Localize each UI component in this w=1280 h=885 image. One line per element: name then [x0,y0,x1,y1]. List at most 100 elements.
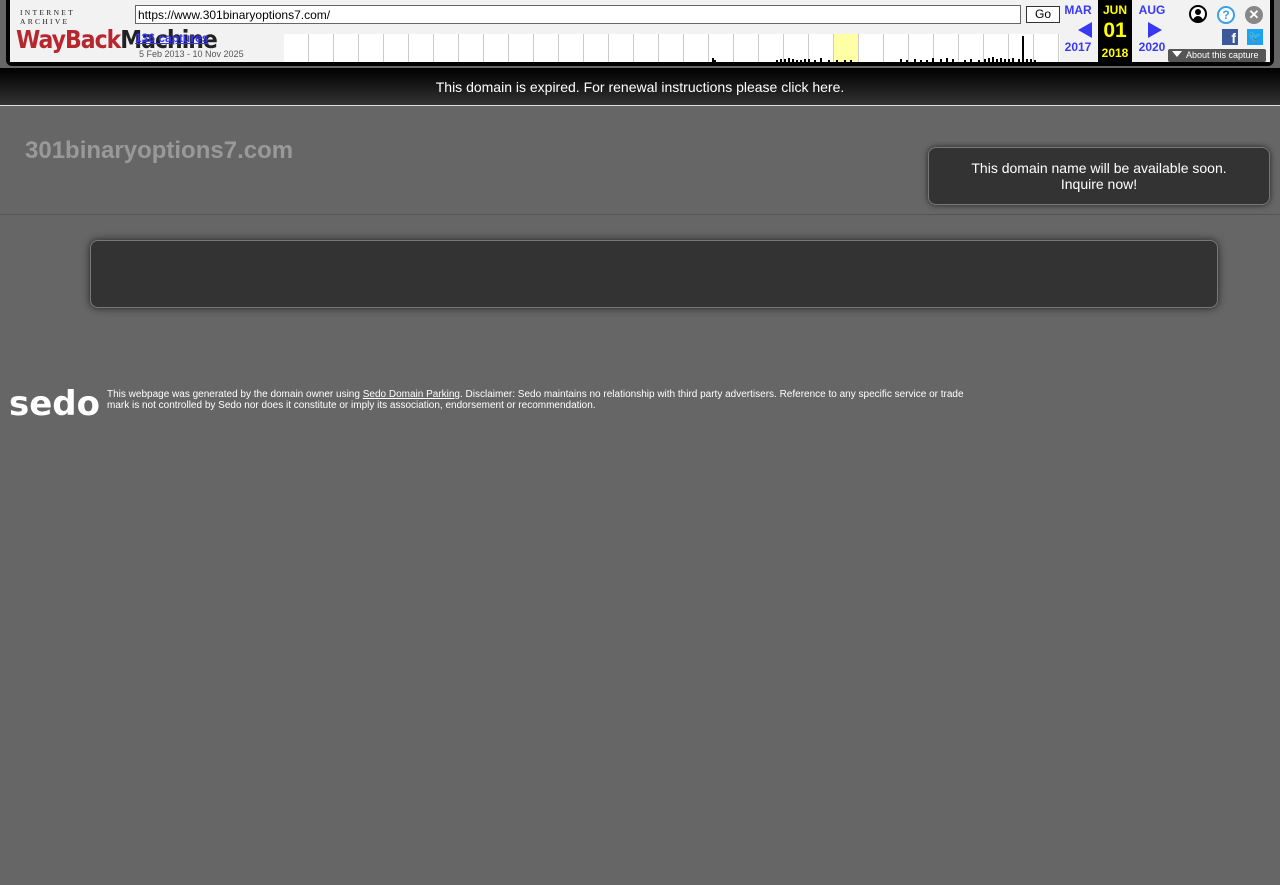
content-section [0,215,1280,358]
wayback-url-input[interactable]: https://www.301binaryoptions7.com/ [135,5,1021,24]
capture-tick [1018,59,1020,62]
next-capture-nav[interactable]: AUG 2020 [1134,0,1170,54]
capture-tick [788,58,790,62]
capture-tick [996,59,998,62]
capture-tick [804,59,806,62]
capture-tick [978,60,980,62]
capture-tick [1030,59,1032,62]
capture-tick [1008,59,1010,62]
capture-tick [808,59,810,62]
sparkline-year-column[interactable] [859,34,884,62]
inquire-line-1[interactable]: This domain name will be available soon. [929,160,1269,176]
capture-tick [1000,58,1002,62]
next-month[interactable]: AUG [1134,3,1170,17]
sparkline-year-column[interactable] [909,34,934,62]
sparkline-year-column[interactable] [659,34,684,62]
sparkline-year-column[interactable] [959,34,984,62]
capture-tick [820,58,822,62]
sparkline-year-column[interactable] [459,34,484,62]
page-header: 301binaryoptions7.com This domain name w… [0,107,1280,215]
sparkline-year-column[interactable] [759,34,784,62]
next-year[interactable]: 2020 [1134,40,1170,54]
sparkline-year-column[interactable] [584,34,609,62]
sparkline-year-column[interactable] [309,34,334,62]
capture-tick [946,58,948,62]
user-icon[interactable] [1189,5,1207,23]
capture-tick [796,60,798,62]
prev-month[interactable]: MAR [1060,3,1096,17]
expired-domain-banner[interactable]: This domain is expired. For renewal inst… [0,68,1280,106]
sparkline-year-column[interactable] [484,34,509,62]
capture-tick [932,58,934,62]
about-capture-button[interactable]: About this capture [1168,49,1266,62]
sparkline-year-column[interactable] [1034,34,1059,62]
sparkline-year-column[interactable] [734,34,759,62]
facebook-icon[interactable]: f [1222,29,1238,46]
sparkline-year-column[interactable] [384,34,409,62]
wayback-logo[interactable]: INTERNET ARCHIVE WayBackMachine [16,8,218,55]
sparkline-year-column[interactable] [509,34,534,62]
capture-tick [992,57,994,62]
capture-tick [1034,60,1036,62]
capture-tick [784,59,786,62]
capture-tick [714,60,716,62]
help-icon[interactable]: ? [1217,6,1235,24]
internet-archive-label: INTERNET ARCHIVE [20,8,75,26]
inquire-box[interactable]: This domain name will be available soon.… [928,147,1270,205]
ad-container [90,240,1218,308]
capture-tick [814,60,816,62]
capture-tick [1012,58,1014,62]
capture-tick [970,59,972,62]
capture-tick [914,59,916,62]
capture-tick [836,60,838,62]
capture-tick [964,60,966,62]
prev-year[interactable]: 2017 [1060,40,1096,54]
current-year: 2018 [1101,46,1129,60]
current-capture-date: JUN 01 2018 [1098,0,1132,62]
capture-tick [926,60,928,62]
prev-arrow-icon[interactable] [1078,22,1092,38]
capture-tick [850,60,852,62]
capture-tick [940,59,942,62]
sparkline-year-column[interactable] [434,34,459,62]
disclaimer-text: This webpage was generated by the domain… [107,389,964,411]
capture-tick [800,60,802,62]
current-day: 01 [1103,19,1127,42]
wayback-machine-wordmark: WayBackMachine [16,26,218,55]
capture-tick [988,58,990,62]
captures-link[interactable]: 136 captures [135,31,208,45]
sparkline-year-column[interactable] [559,34,584,62]
sparkline-year-column[interactable] [834,34,859,62]
inquire-line-2[interactable]: Inquire now! [929,176,1269,192]
capture-tick [900,59,902,62]
sparkline-year-column[interactable] [534,34,559,62]
close-icon[interactable]: ✕ [1245,6,1263,24]
capture-sparkline[interactable] [284,34,1060,62]
sparkline-year-column[interactable] [634,34,659,62]
sedo-logo[interactable]: sedo [9,384,100,424]
capture-tick [906,60,908,62]
sparkline-year-column[interactable] [609,34,634,62]
wayback-toolbar-body: INTERNET ARCHIVE WayBackMachine https://… [10,0,1270,62]
chevron-down-icon [1172,51,1182,57]
capture-tick [828,60,830,62]
sparkline-year-column[interactable] [359,34,384,62]
sparkline-year-column[interactable] [684,34,709,62]
sparkline-year-column[interactable] [884,34,909,62]
go-button[interactable]: Go [1026,6,1060,23]
sparkline-year-column[interactable] [409,34,434,62]
sparkline-year-column[interactable] [284,34,309,62]
capture-tick [1004,59,1006,62]
capture-tick [780,59,782,62]
about-capture-label: About this capture [1186,50,1259,60]
domain-title: 301binaryoptions7.com [25,137,294,164]
capture-tick [952,59,954,62]
capture-tick [792,59,794,62]
sedo-parking-link[interactable]: Sedo Domain Parking [363,389,460,400]
sparkline-year-column[interactable] [334,34,359,62]
capture-tick [984,59,986,62]
capture-date-range: 5 Feb 2013 - 10 Nov 2025 [139,49,244,59]
footer: sedo This webpage was generated by the d… [0,358,1280,885]
twitter-icon[interactable]: 🐦 [1247,29,1263,45]
capture-tick [844,60,846,62]
